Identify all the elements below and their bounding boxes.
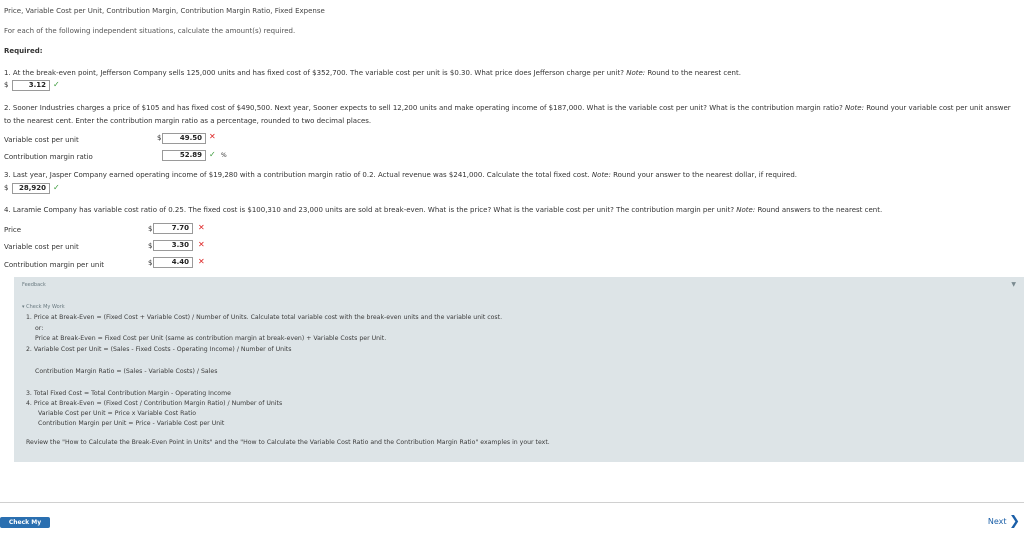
currency-symbol: $	[4, 81, 9, 89]
variable-cost-per-unit-label: Variable cost per unit	[4, 243, 79, 251]
currency-symbol: $	[148, 225, 153, 233]
x-icon: ✕	[198, 257, 205, 266]
feedback-line: Price at Break-Even = Fixed Cost per Uni…	[35, 335, 387, 342]
feedback-panel: Feedback ▼ ▾ Check My Work 1. Price at B…	[14, 277, 1024, 462]
checkmark-icon: ✓	[209, 150, 216, 159]
q2-variable-cost-input[interactable]: 49.50	[162, 133, 206, 144]
feedback-line: 4. Price at Break-Even = (Fixed Cost / C…	[26, 400, 283, 407]
check-my-work-button[interactable]: Check My Work	[0, 517, 50, 537]
collapse-arrow-icon[interactable]: ▼	[1011, 281, 1016, 288]
next-button[interactable]: Next ❯	[988, 514, 1020, 529]
feedback-line: Contribution Margin per Unit = Price - V…	[38, 420, 225, 427]
q4-price-input[interactable]: 7.70	[153, 223, 193, 234]
question-1-text: 1. At the break-even point, Jefferson Co…	[4, 69, 741, 77]
feedback-line: 3. Total Fixed Cost = Total Contribution…	[26, 390, 231, 397]
currency-symbol: $	[148, 259, 153, 267]
q3-answer-input[interactable]: 28,920	[12, 183, 50, 194]
question-2-text: 2. Sooner Industries charges a price of …	[4, 104, 1011, 112]
question-3-text: 3. Last year, Jasper Company earned oper…	[4, 171, 797, 179]
question-4-text: 4. Laramie Company has variable cost rat…	[4, 206, 883, 214]
currency-symbol: $	[157, 134, 162, 142]
checkmark-icon: ✓	[53, 183, 60, 192]
x-icon: ✕	[198, 240, 205, 249]
page-title: Price, Variable Cost per Unit, Contribut…	[4, 7, 325, 15]
percent-unit: %	[221, 152, 227, 159]
chevron-right-icon: ❯	[1009, 514, 1020, 529]
feedback-line: Contribution Margin Ratio = (Sales - Var…	[35, 368, 218, 375]
x-icon: ✕	[209, 132, 216, 141]
variable-cost-label: Variable cost per unit	[4, 136, 79, 144]
price-label: Price	[4, 226, 22, 234]
feedback-title: Feedback	[22, 282, 46, 288]
feedback-line: or:	[35, 325, 44, 332]
cm-per-unit-label: Contribution margin per unit	[4, 261, 105, 269]
q4-variable-cost-input[interactable]: 3.30	[153, 240, 193, 251]
feedback-line: Variable Cost per Unit = Price x Variabl…	[38, 410, 197, 417]
currency-symbol: $	[4, 184, 9, 192]
currency-symbol: $	[148, 242, 153, 250]
question-2-text-continued: to the nearest cent. Enter the contribut…	[4, 117, 372, 125]
footer-divider	[0, 502, 1024, 503]
q2-cm-ratio-input[interactable]: 52.89	[162, 150, 206, 161]
check-my-work-toggle[interactable]: ▾ Check My Work	[22, 304, 65, 310]
required-label: Required:	[4, 47, 43, 55]
instructions: For each of the following independent si…	[4, 27, 296, 35]
checkmark-icon: ✓	[53, 80, 60, 89]
feedback-line: 2. Variable Cost per Unit = (Sales - Fix…	[26, 346, 292, 353]
q4-cm-per-unit-input[interactable]: 4.40	[153, 257, 193, 268]
next-label: Next	[987, 517, 1007, 526]
x-icon: ✕	[198, 223, 205, 232]
q1-answer-input[interactable]: 3.12	[12, 80, 50, 91]
feedback-line: 1. Price at Break-Even = (Fixed Cost + V…	[26, 314, 503, 321]
feedback-review-line: Review the "How to Calculate the Break-E…	[26, 439, 550, 446]
contribution-margin-ratio-label: Contribution margin ratio	[4, 153, 93, 161]
